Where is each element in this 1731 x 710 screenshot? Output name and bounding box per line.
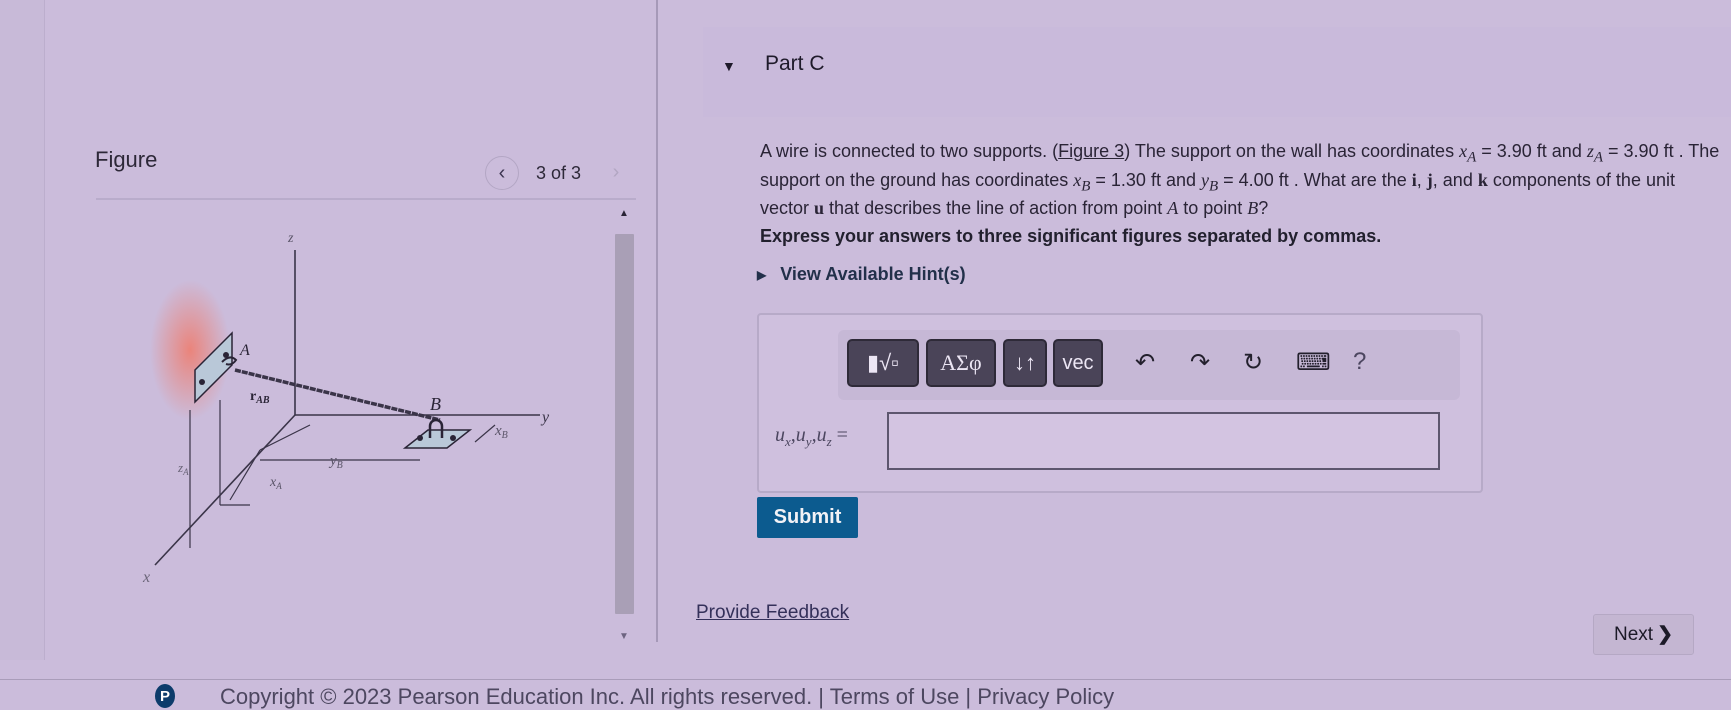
z-axis-label: z bbox=[287, 231, 294, 246]
question-text: A wire is connected to two supports. (Fi… bbox=[760, 141, 1720, 219]
provide-feedback-link[interactable]: Provide Feedback bbox=[696, 602, 849, 624]
templates-button[interactable]: ▮√▫ bbox=[847, 339, 919, 387]
answer-label: ux,uy,uz = bbox=[775, 424, 848, 449]
hint-label: View Available Hint(s) bbox=[780, 264, 966, 284]
next-button[interactable]: Next ❯ bbox=[1593, 614, 1694, 655]
arrows-button[interactable]: ↓↑ bbox=[1003, 339, 1047, 387]
scroll-thumb[interactable] bbox=[615, 234, 634, 614]
figure-title: Figure bbox=[95, 147, 158, 172]
pearson-logo: P bbox=[155, 684, 175, 708]
fraction-root-icon: ▮√▫ bbox=[867, 350, 899, 375]
reset-icon[interactable]: ↻ bbox=[1243, 348, 1263, 377]
keyboard-icon[interactable]: ⌨ bbox=[1296, 348, 1331, 377]
greek-symbols-button[interactable]: ΑΣφ bbox=[926, 339, 996, 387]
y-b-label: yB bbox=[328, 453, 343, 471]
caret-right-icon: ▶ bbox=[757, 267, 767, 282]
figure-diagram: z y x A rAB B zA xA yB xB bbox=[142, 231, 550, 586]
y-axis-label: y bbox=[540, 409, 550, 426]
figure-scrollbar[interactable]: ▲ ▼ bbox=[612, 207, 636, 644]
point-b-label: B bbox=[430, 394, 441, 414]
r-ab-label: rAB bbox=[250, 389, 270, 406]
footer-divider bbox=[0, 679, 1731, 680]
left-margin bbox=[0, 0, 45, 660]
figure-next-button[interactable]: › bbox=[600, 156, 632, 188]
view-hints-toggle[interactable]: ▶ View Available Hint(s) bbox=[757, 264, 966, 285]
math-toolbar: ▮√▫ ΑΣφ ↓↑ vec ↶ ↷ ↻ ⌨ ? bbox=[838, 330, 1460, 400]
scroll-up-icon[interactable]: ▲ bbox=[612, 207, 636, 221]
figure-divider bbox=[96, 198, 636, 200]
figure-prev-button[interactable]: ‹ bbox=[485, 156, 519, 190]
ground-support-plate bbox=[402, 429, 473, 449]
part-title: Part C bbox=[765, 52, 825, 75]
copyright-text: Copyright © 2023 Pearson Education Inc. … bbox=[220, 684, 1115, 709]
submit-button[interactable]: Submit bbox=[757, 497, 858, 538]
point-a-label: A bbox=[239, 342, 250, 359]
chevron-right-icon: ❯ bbox=[1657, 624, 1673, 645]
help-icon[interactable]: ? bbox=[1353, 348, 1366, 376]
instruction-text: Express your answers to three significan… bbox=[760, 226, 1382, 246]
caret-down-icon[interactable]: ▼ bbox=[722, 58, 736, 74]
scroll-down-icon[interactable]: ▼ bbox=[612, 630, 636, 644]
part-header[interactable] bbox=[703, 27, 1731, 117]
answer-input[interactable] bbox=[887, 412, 1440, 470]
chevron-left-icon: ‹ bbox=[498, 161, 506, 184]
vector-button[interactable]: vec bbox=[1053, 339, 1103, 387]
figure-link[interactable]: Figure 3 bbox=[1058, 141, 1124, 161]
up-down-arrows-icon: ↓↑ bbox=[1014, 350, 1036, 375]
x-a-label: xA bbox=[269, 475, 282, 491]
chevron-right-icon: › bbox=[612, 160, 620, 183]
figure-counter: 3 of 3 bbox=[536, 163, 582, 183]
redo-icon[interactable]: ↷ bbox=[1190, 348, 1210, 377]
panel-divider bbox=[656, 0, 658, 642]
x-axis-label: x bbox=[142, 569, 150, 586]
x-b-label: xB bbox=[494, 423, 508, 441]
undo-icon[interactable]: ↶ bbox=[1135, 348, 1155, 377]
z-a-label: zA bbox=[177, 460, 189, 477]
x-axis bbox=[154, 414, 296, 566]
